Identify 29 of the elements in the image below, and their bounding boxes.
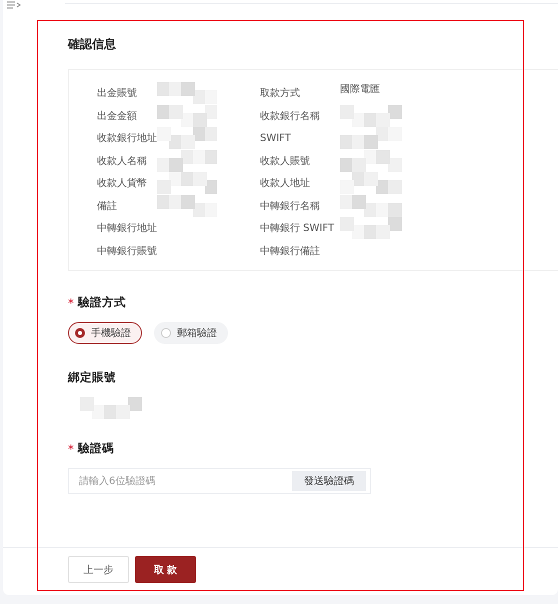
required-mark: * <box>68 296 74 310</box>
code-input-field[interactable]: 請輸入6位驗證碼 發送驗證碼 <box>68 468 371 494</box>
section-label: 驗證碼 <box>78 441 114 456</box>
field-label: 收款人賬號 <box>260 154 311 168</box>
radio-option[interactable]: 郵箱驗證 <box>154 322 228 344</box>
field-value: 國際電匯 <box>340 84 380 96</box>
field-label: 收款人地址 <box>260 176 311 190</box>
field-label: 出金金額 <box>97 110 138 123</box>
send-code-button[interactable]: 發送驗證碼 <box>292 471 366 491</box>
withdraw-button[interactable]: 取 款 <box>135 556 196 583</box>
field-label: SWIFT <box>260 132 292 144</box>
field-label: 收款銀行名稱 <box>260 110 321 123</box>
field-label: 取款方式 <box>260 86 301 100</box>
field-label: 收款人名稱 <box>97 154 148 168</box>
field-label: 備註 <box>97 200 118 213</box>
section-title: 確認信息 <box>68 36 117 53</box>
field-label: 中轉銀行地址 <box>97 222 157 236</box>
section-label: 綁定賬號 <box>68 370 116 385</box>
field-label: 中轉銀行賬號 <box>97 244 157 258</box>
back-button[interactable]: 上一步 <box>68 556 129 583</box>
field-label: 出金賬號 <box>97 86 138 100</box>
radio-option[interactable]: 手機驗證 <box>68 322 142 344</box>
required-mark: * <box>68 442 74 456</box>
field-label: 收款人貨幣 <box>97 177 148 190</box>
section-label: 驗證方式 <box>78 295 126 310</box>
field-label: 中轉銀行 SWIFT <box>260 222 336 236</box>
field-label: 中轉銀行名稱 <box>260 200 321 213</box>
field-label: 收款銀行地址 <box>97 132 157 146</box>
field-label: 中轉銀行備註 <box>260 244 321 258</box>
